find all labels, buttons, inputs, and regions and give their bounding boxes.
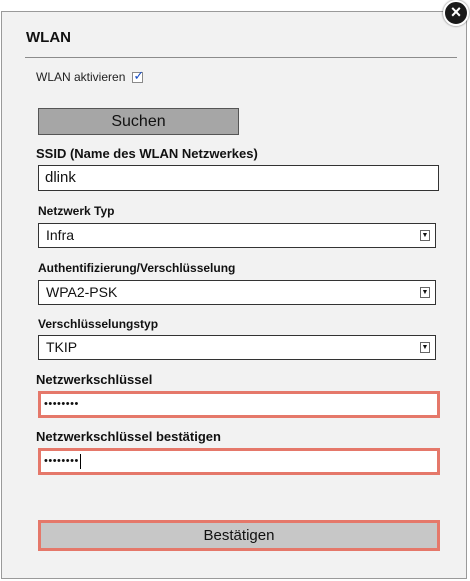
search-button[interactable]: Suchen — [38, 108, 239, 135]
close-button[interactable]: × — [443, 0, 469, 26]
authentication-label: Authentifizierung/Verschlüsselung — [38, 261, 236, 275]
network-key-input[interactable]: •••••••• — [38, 391, 440, 418]
text-caret — [79, 453, 81, 469]
network-key-confirm-label: Netzwerkschlüssel bestätigen — [36, 429, 221, 444]
encryption-type-value: TKIP — [46, 339, 78, 355]
confirm-button[interactable]: Bestätigen — [38, 520, 440, 551]
network-key-label: Netzwerkschlüssel — [36, 372, 153, 387]
network-type-value: Infra — [46, 227, 75, 243]
wlan-enable-checkbox[interactable]: ✓ — [132, 68, 144, 83]
authentication-select[interactable]: WPA2-PSK ▼ — [38, 280, 436, 305]
network-key-confirm-input[interactable]: •••••••• — [38, 448, 440, 475]
checkmark-icon: ✓ — [133, 67, 145, 83]
dialog-title: WLAN — [26, 29, 71, 46]
ssid-label: SSID (Name des WLAN Netzwerkes) — [36, 146, 258, 161]
close-icon: × — [450, 2, 462, 22]
wlan-enable-label: WLAN aktivieren — [36, 70, 126, 84]
dropdown-arrow-icon: ▼ — [420, 342, 430, 353]
encryption-type-select[interactable]: TKIP ▼ — [38, 335, 436, 360]
dropdown-arrow-icon: ▼ — [420, 287, 430, 298]
network-key-value: •••••••• — [44, 398, 79, 410]
wlan-enable-row: WLAN aktivieren ✓ — [36, 68, 144, 85]
encryption-type-label: Verschlüsselungstyp — [38, 317, 159, 331]
title-divider — [25, 57, 457, 58]
ssid-input[interactable]: dlink — [38, 165, 439, 191]
network-key-confirm-value: •••••••• — [44, 455, 79, 467]
authentication-value: WPA2-PSK — [46, 284, 118, 300]
wlan-settings-dialog: WLAN WLAN aktivieren ✓ Suchen SSID (Name… — [1, 11, 467, 579]
network-type-select[interactable]: Infra ▼ — [38, 223, 436, 248]
network-type-label: Netzwerk Typ — [38, 204, 115, 218]
dropdown-arrow-icon: ▼ — [420, 230, 430, 241]
